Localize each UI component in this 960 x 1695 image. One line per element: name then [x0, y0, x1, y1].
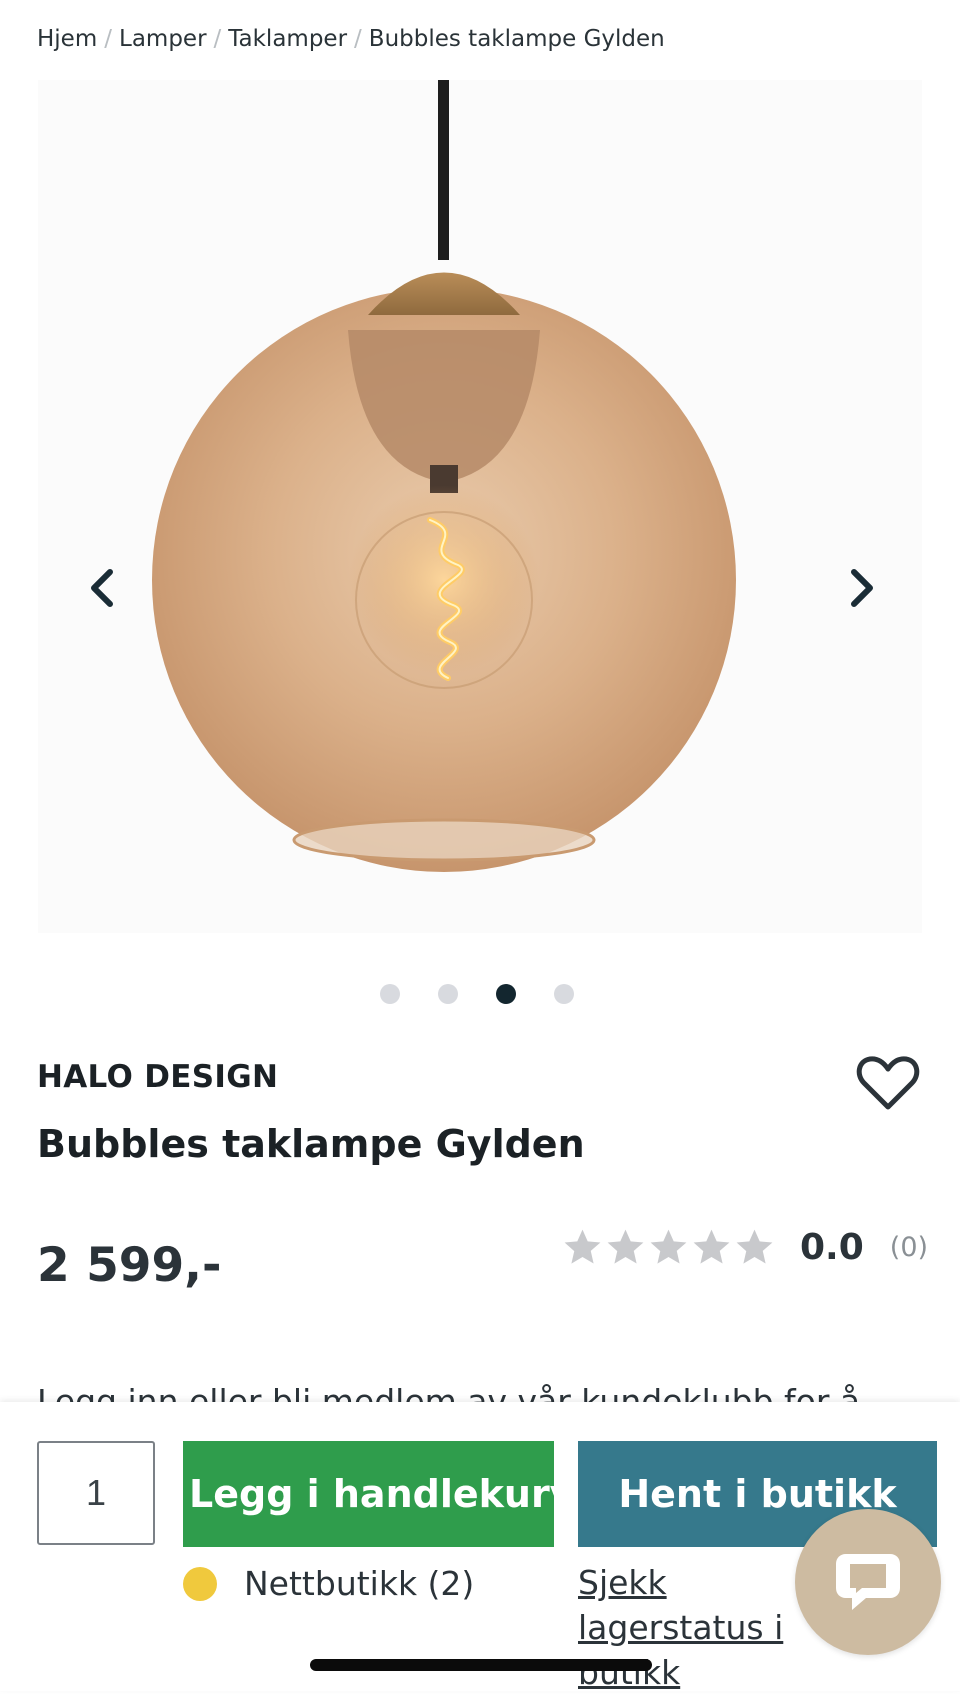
- breadcrumb-current: Bubbles taklampe Gylden: [368, 26, 665, 52]
- quantity-input[interactable]: [37, 1441, 155, 1545]
- gallery-dot-active[interactable]: [496, 984, 516, 1004]
- product-brand[interactable]: HALO DESIGN: [37, 1059, 278, 1095]
- purchase-bar: Legg i handlekurv Hent i butikk Nettbuti…: [0, 1402, 960, 1692]
- gallery-next-button[interactable]: [833, 558, 893, 618]
- product-title: Bubbles taklampe Gylden: [37, 1122, 585, 1166]
- chat-bubble-icon: [836, 1554, 900, 1610]
- product-image-gallery[interactable]: [38, 80, 922, 933]
- heart-outline-icon: [856, 1056, 920, 1110]
- add-to-cart-button[interactable]: Legg i handlekurv: [183, 1441, 554, 1547]
- gallery-dot[interactable]: [554, 984, 574, 1004]
- product-price: 2 599,-: [37, 1238, 222, 1293]
- breadcrumb-separator: /: [213, 26, 222, 52]
- breadcrumb: Hjem / Lamper / Taklamper / Bubbles taklampe G…: [37, 26, 665, 52]
- breadcrumb-taklamper[interactable]: Taklamper: [228, 26, 347, 52]
- rating-value: 0.0: [800, 1227, 864, 1268]
- gallery-prev-button[interactable]: [71, 558, 131, 618]
- rating-stars: [561, 1226, 776, 1269]
- product-image: [152, 80, 736, 872]
- breadcrumb-lamper[interactable]: Lamper: [119, 26, 207, 52]
- breadcrumb-separator: /: [354, 26, 362, 52]
- star-icon: [650, 1229, 687, 1264]
- chat-button[interactable]: [795, 1509, 941, 1655]
- chevron-left-icon: [91, 569, 113, 607]
- rating-count: (0): [889, 1232, 929, 1263]
- star-icon: [607, 1229, 644, 1264]
- stock-status-dot: [183, 1566, 217, 1601]
- gallery-pagination: [380, 984, 574, 1004]
- check-store-stock-link[interactable]: Sjekk lagerstatus i butikk: [578, 1560, 808, 1695]
- star-icon: [736, 1229, 773, 1264]
- gallery-dot[interactable]: [380, 984, 400, 1004]
- star-icon: [693, 1229, 730, 1264]
- breadcrumb-separator: /: [104, 26, 112, 52]
- chevron-right-icon: [851, 569, 873, 607]
- star-icon: [564, 1229, 601, 1264]
- home-indicator[interactable]: [310, 1659, 652, 1671]
- favorite-button[interactable]: [856, 1053, 920, 1113]
- online-stock-label: Nettbutikk (2): [244, 1564, 475, 1603]
- online-stock-status: Nettbutikk (2): [183, 1564, 474, 1603]
- breadcrumb-home[interactable]: Hjem: [37, 26, 97, 52]
- gallery-dot[interactable]: [438, 984, 458, 1004]
- product-rating[interactable]: 0.0 (0): [561, 1226, 928, 1269]
